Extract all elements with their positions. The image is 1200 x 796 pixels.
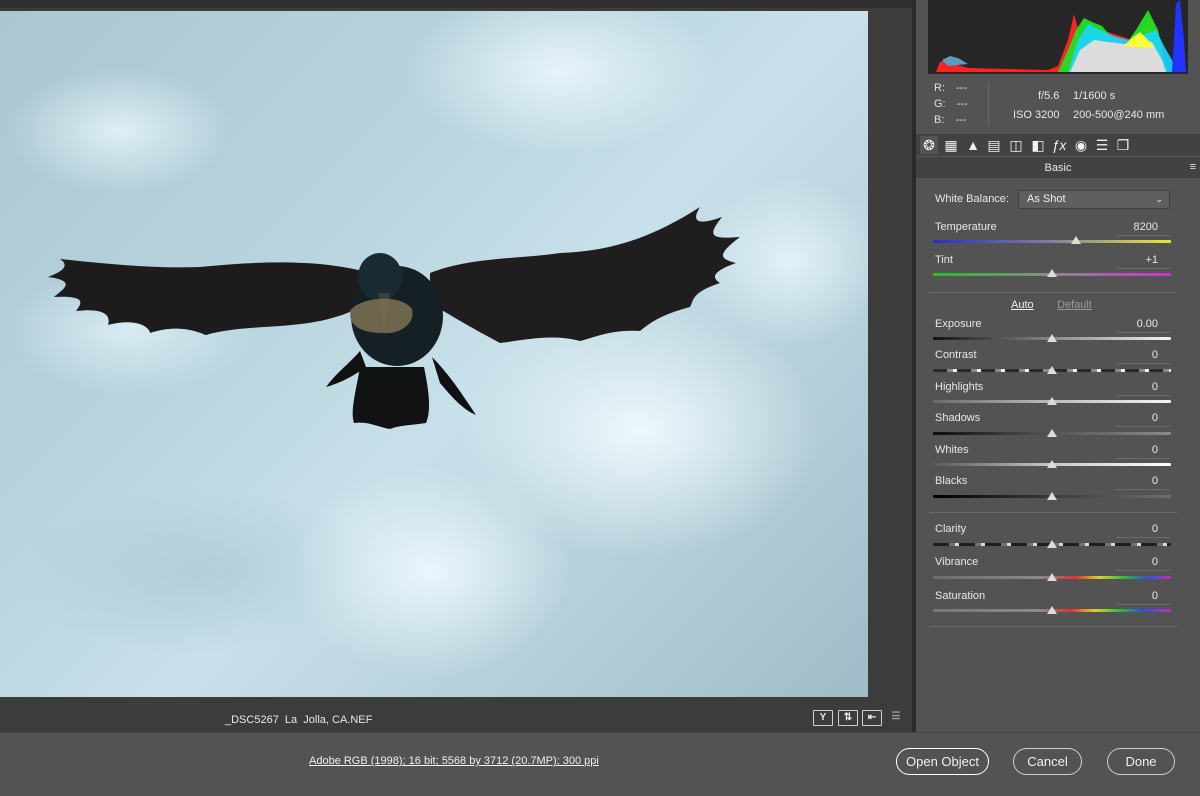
exposure-slider-thumb[interactable] <box>1047 334 1057 342</box>
hsl-icon[interactable]: ▤ <box>985 136 1003 154</box>
exposure-value[interactable]: 0.00 <box>1116 318 1170 333</box>
section-divider <box>929 626 1177 627</box>
vibrance-label: Vibrance <box>935 556 979 568</box>
presets-icon[interactable]: ☰ <box>1093 136 1111 154</box>
whites-label: Whites <box>935 444 969 456</box>
b-label: B: <box>934 114 945 126</box>
done-button[interactable]: Done <box>1107 748 1175 775</box>
open-object-button[interactable]: Open Object <box>896 748 989 775</box>
temperature-value[interactable]: 8200 <box>1116 221 1170 236</box>
preview-area <box>0 0 912 732</box>
shadows-value[interactable]: 0 <box>1116 412 1170 427</box>
temperature-slider-track[interactable] <box>933 240 1171 243</box>
image-filename: _DSC5267 La Jolla, CA.NEF <box>225 714 373 726</box>
auto-link[interactable]: Auto <box>1011 299 1034 311</box>
chevron-down-icon: ⌄ <box>1155 194 1163 204</box>
clarity-label: Clarity <box>935 523 967 535</box>
whites-slider-thumb[interactable] <box>1047 460 1057 468</box>
swap-settings-icon[interactable]: ⇅ <box>838 710 858 726</box>
preview-top-bar <box>0 0 912 8</box>
info-separator <box>988 82 989 126</box>
bird-silhouette-image <box>48 207 740 429</box>
saturation-slider-thumb[interactable] <box>1047 606 1057 614</box>
camera-raw-window: _DSC5267 La Jolla, CA.NEF Y ⇅ ⇤ ☰ R: ---… <box>0 0 1200 796</box>
tint-value[interactable]: +1 <box>1116 254 1170 269</box>
copy-settings-icon[interactable]: ⇤ <box>862 710 882 726</box>
detail-icon[interactable]: ▲ <box>964 136 982 154</box>
vibrance-value[interactable]: 0 <box>1116 556 1170 571</box>
tint-label: Tint <box>935 254 953 266</box>
blacks-value[interactable]: 0 <box>1116 475 1170 490</box>
tint-slider-thumb[interactable] <box>1047 269 1057 277</box>
iso-value: ISO 3200 <box>1013 109 1060 121</box>
g-label: G: <box>934 98 946 110</box>
histogram-graph <box>936 0 1186 72</box>
photo-preview[interactable] <box>0 11 868 697</box>
contrast-label: Contrast <box>935 349 977 361</box>
b-value: --- <box>955 114 967 126</box>
adjustments-panel: R: --- G: --- B: --- f/5.6 1/1600 s ISO … <box>916 0 1200 732</box>
exposure-label: Exposure <box>935 318 982 330</box>
white-balance-value: As Shot <box>1027 193 1066 205</box>
white-balance-label: White Balance: <box>935 193 1009 205</box>
highlights-slider-thumb[interactable] <box>1047 397 1057 405</box>
shutter-value: 1/1600 s <box>1073 90 1116 102</box>
default-link[interactable]: Default <box>1057 299 1092 311</box>
lens-corrections-icon[interactable]: ◧ <box>1029 136 1047 154</box>
lens-value: 200-500@240 mm <box>1073 109 1165 121</box>
panel-tabs: ❂ ▦ ▲ ▤ ◫ ◧ ƒx ◉ ☰ ❐ <box>916 134 1200 156</box>
g-value: --- <box>956 98 968 110</box>
highlights-value[interactable]: 0 <box>1116 381 1170 396</box>
before-after-icon[interactable]: Y <box>813 710 833 726</box>
vibrance-slider-thumb[interactable] <box>1047 573 1057 581</box>
whites-value[interactable]: 0 <box>1116 444 1170 459</box>
r-value: --- <box>956 82 968 94</box>
panel-title-bar: Basic ≡ <box>916 156 1200 178</box>
section-divider <box>929 512 1177 513</box>
panel-menu-icon[interactable]: ≡ <box>1190 161 1196 173</box>
r-label: R: <box>934 82 945 94</box>
blacks-label: Blacks <box>935 475 968 487</box>
highlights-label: Highlights <box>935 381 984 393</box>
histogram <box>928 0 1188 74</box>
contrast-slider-thumb[interactable] <box>1047 366 1057 374</box>
camera-calibration-icon[interactable]: ◉ <box>1072 136 1090 154</box>
clarity-slider-thumb[interactable] <box>1047 540 1057 548</box>
shadows-slider-thumb[interactable] <box>1047 429 1057 437</box>
effects-fx-icon[interactable]: ƒx <box>1050 136 1068 154</box>
clarity-value[interactable]: 0 <box>1116 523 1170 538</box>
shadows-label: Shadows <box>935 412 981 424</box>
white-balance-select[interactable]: As Shot ⌄ <box>1018 190 1170 209</box>
toggle-settings-icon[interactable]: ☰ <box>886 710 906 726</box>
temperature-slider-thumb[interactable] <box>1070 236 1081 244</box>
blacks-slider-thumb[interactable] <box>1047 492 1057 500</box>
workflow-options-link[interactable]: Adobe RGB (1998); 16 bit; 5568 by 3712 (… <box>309 755 599 767</box>
image-info: R: --- G: --- B: --- f/5.6 1/1600 s ISO … <box>916 78 1200 130</box>
cancel-button[interactable]: Cancel <box>1013 748 1082 775</box>
split-toning-icon[interactable]: ◫ <box>1007 136 1025 154</box>
panel-title: Basic <box>1044 162 1072 174</box>
aperture-value: f/5.6 <box>1038 90 1060 102</box>
contrast-value[interactable]: 0 <box>1116 349 1170 364</box>
tone-curve-icon[interactable]: ▦ <box>942 136 960 154</box>
preview-status-bar <box>0 697 912 732</box>
temperature-label: Temperature <box>935 221 997 233</box>
section-divider <box>929 292 1177 293</box>
saturation-label: Saturation <box>935 590 986 602</box>
saturation-value[interactable]: 0 <box>1116 590 1170 605</box>
snapshots-icon[interactable]: ❐ <box>1114 136 1132 154</box>
basic-aperture-icon[interactable]: ❂ <box>920 136 938 154</box>
